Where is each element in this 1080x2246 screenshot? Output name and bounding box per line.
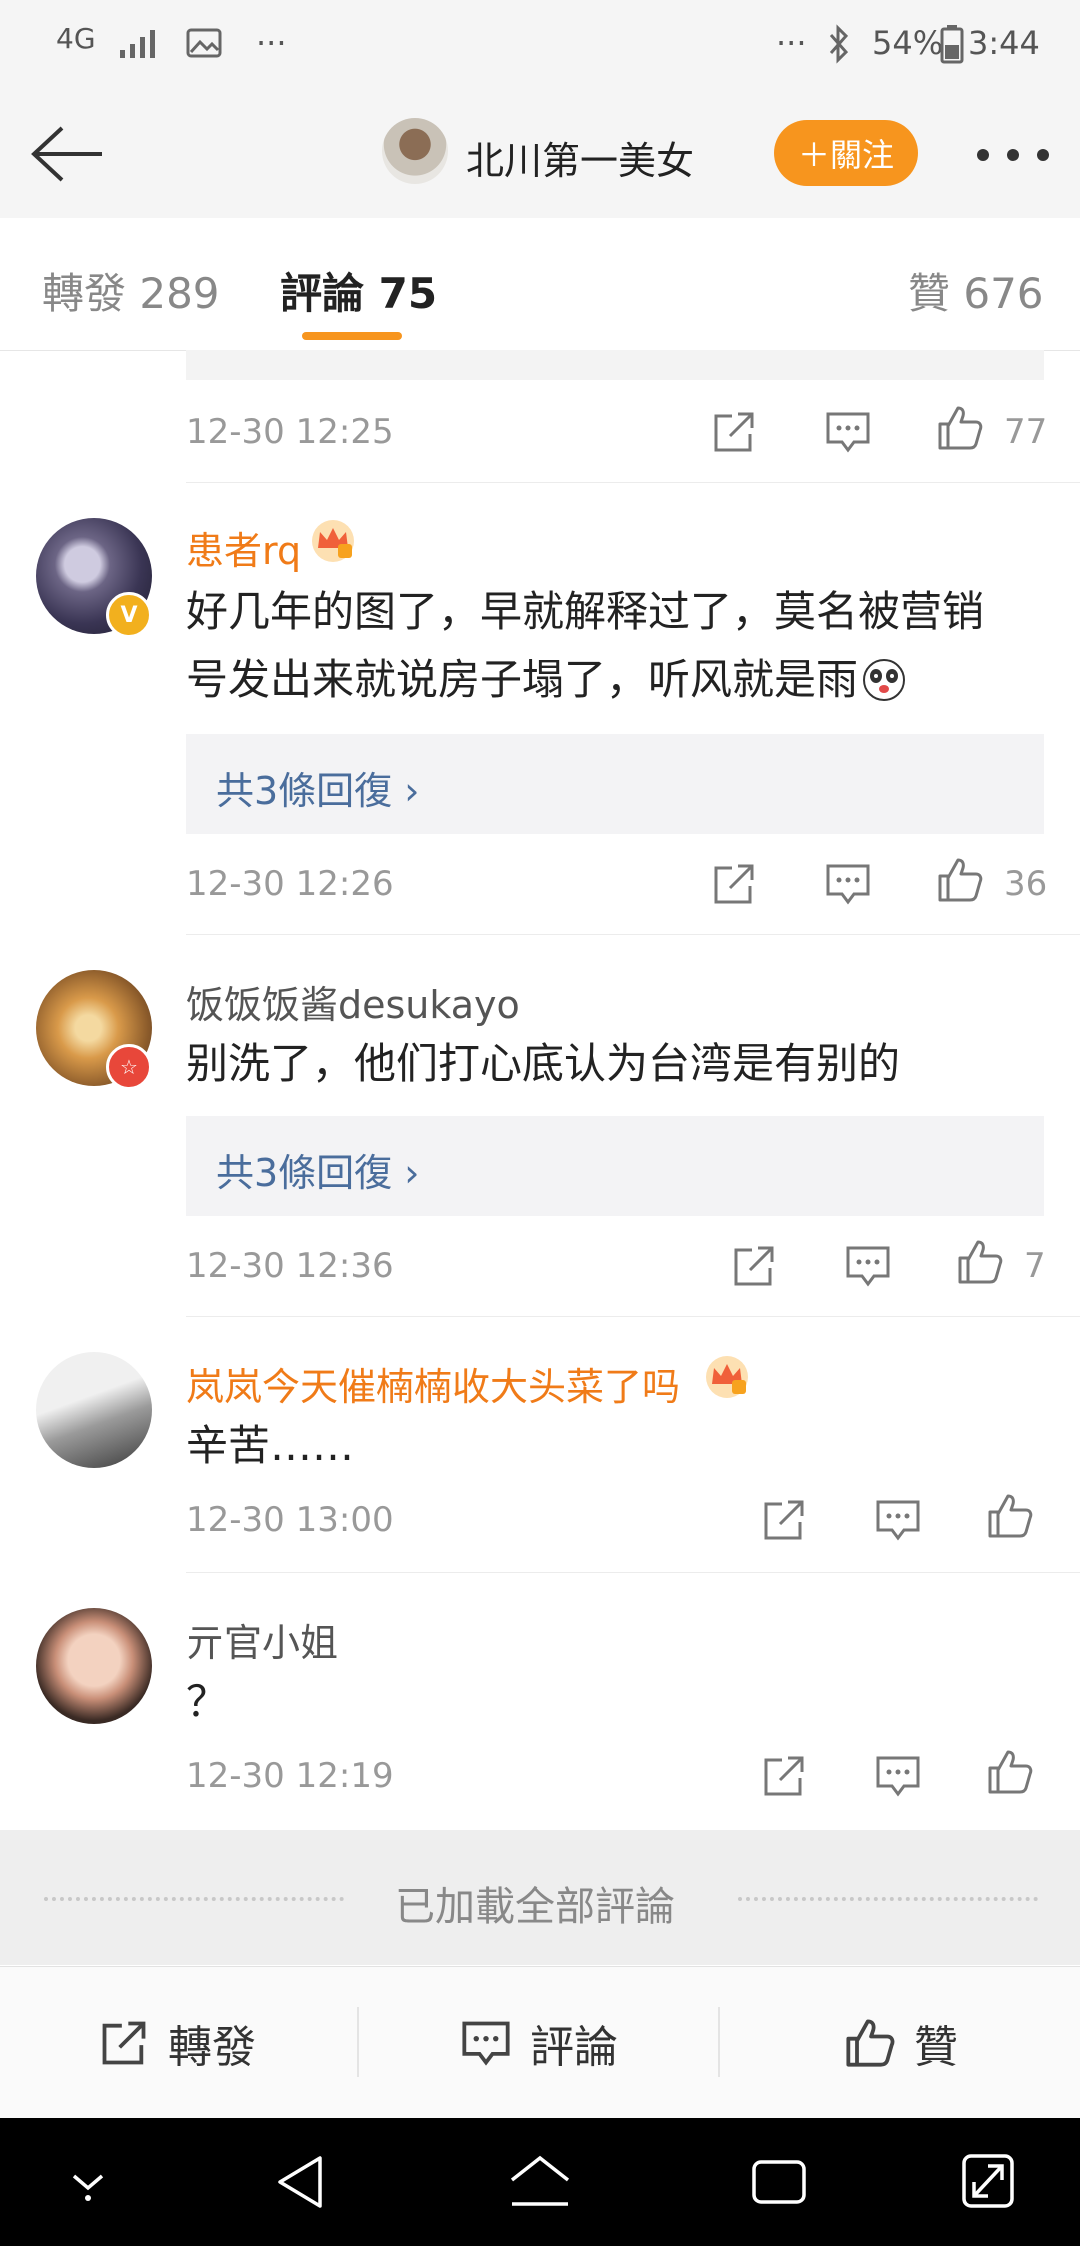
divider (186, 482, 1080, 483)
divider (186, 1572, 1080, 1573)
comment-time: 12-30 12:26 (186, 864, 394, 904)
comment-content-line: 号发出来就说房子塌了，听风就是雨 (186, 646, 1056, 714)
back-arrow-icon[interactable] (28, 124, 106, 184)
like-icon[interactable] (936, 404, 984, 452)
loaded-all-footer: 已加載全部評論 (0, 1830, 1080, 1965)
dotted-line (738, 1897, 1038, 1901)
like-action[interactable]: 贊 (844, 2011, 958, 2075)
comment-icon[interactable] (824, 860, 872, 908)
panda-emoji-icon (863, 659, 906, 701)
like-count: 77 (1004, 412, 1048, 452)
status-bar: 4G ··· ··· 54% 3:44 (0, 0, 1080, 88)
like-icon[interactable] (936, 856, 984, 904)
comment-time: 12-30 13:00 (186, 1500, 394, 1540)
bluetooth-icon (829, 24, 849, 64)
share-icon (102, 2021, 146, 2065)
comment-label: 評論 (530, 2022, 618, 2073)
tab-likes[interactable]: 贊 676 (908, 260, 1044, 321)
author-name[interactable]: 北川第一美女 (466, 130, 694, 185)
status-more-right: ··· (776, 24, 807, 62)
separator (718, 2007, 720, 2077)
system-nav-bar (0, 2118, 1080, 2246)
dotted-line (44, 1897, 344, 1901)
clock: 3:44 (968, 24, 1040, 62)
commenter-name[interactable]: 患者rq (186, 520, 301, 575)
comment-icon[interactable] (874, 1752, 922, 1800)
verified-badge-icon: V (106, 592, 152, 638)
repost-action[interactable]: 轉發 (98, 2011, 256, 2075)
battery-icon (940, 25, 964, 64)
comment-content-line: 好几年的图了，早就解释过了，莫名被营销 (186, 587, 985, 636)
network-label: 4G (56, 22, 96, 55)
replies-box[interactable]: 共3條回復 › (186, 734, 1044, 834)
follow-button[interactable]: ＋關注 (774, 120, 918, 186)
separator (357, 2007, 359, 2077)
bottom-action-bar: 轉發 評論 贊 (0, 1966, 1080, 2119)
commenter-avatar[interactable] (36, 1608, 152, 1724)
comment-icon[interactable] (874, 1496, 922, 1544)
tab-comments[interactable]: 評論 75 (280, 260, 437, 321)
status-more-left: ··· (256, 24, 287, 62)
replies-box[interactable]: 共3條回復 › (186, 1116, 1044, 1216)
nav-recents-icon[interactable] (750, 2158, 808, 2206)
view-replies-link[interactable]: 共3條回復 › (216, 1142, 419, 1197)
rotate-screen-icon[interactable] (960, 2152, 1016, 2210)
image-icon (186, 28, 222, 58)
more-icon[interactable] (976, 148, 1050, 162)
comment-content: ？ (186, 1677, 229, 1726)
commenter-name[interactable]: 岚岚今天催楠楠收大头菜了吗 (186, 1356, 680, 1411)
share-icon[interactable] (710, 408, 758, 456)
comment-content: 别洗了，他们打心底认为台湾是有别的 (186, 1039, 901, 1088)
hide-keyboard-icon[interactable] (66, 2166, 110, 2202)
tab-repost[interactable]: 轉發 289 (42, 260, 220, 321)
commenter-avatar[interactable] (36, 1352, 152, 1468)
comment-time: 12-30 12:19 (186, 1756, 394, 1796)
comment-content: 辛苦…… (186, 1421, 355, 1470)
vip-crown-icon (706, 1356, 748, 1398)
comment-icon[interactable] (844, 1242, 892, 1290)
active-tab-indicator (302, 332, 402, 340)
signal-icon (120, 30, 155, 58)
like-icon[interactable] (986, 1492, 1034, 1540)
comment-action[interactable]: 評論 (460, 2011, 618, 2075)
like-count: 36 (1004, 864, 1048, 904)
comment-icon[interactable] (824, 408, 872, 456)
like-label: 贊 (914, 2022, 958, 2073)
top-header: 北川第一美女 ＋關注 (0, 88, 1080, 219)
share-icon[interactable] (730, 1242, 778, 1290)
like-icon[interactable] (986, 1748, 1034, 1796)
commenter-name[interactable]: 饭饭饭酱desukayo (186, 974, 520, 1029)
author-avatar[interactable] (382, 118, 448, 184)
like-count: 7 (1024, 1246, 1046, 1286)
vip-crown-icon (312, 520, 354, 562)
share-icon[interactable] (710, 860, 758, 908)
repost-label: 轉發 (168, 2022, 256, 2073)
quoted-content-fragment (186, 350, 1044, 380)
commenter-name[interactable]: 亓官小姐 (186, 1612, 338, 1667)
comment-content-text: 号发出来就说房子塌了，听风就是雨 (186, 655, 859, 704)
nav-home-icon[interactable] (508, 2154, 572, 2210)
share-icon[interactable] (760, 1752, 808, 1800)
comment-content: 好几年的图了，早就解释过了，莫名被营销 号发出来就说房子塌了，听风就是雨 (186, 578, 1056, 714)
divider (186, 1316, 1080, 1317)
divider (186, 934, 1080, 935)
comment-icon (462, 2021, 510, 2066)
like-icon (846, 2019, 895, 2067)
star-badge-icon: ☆ (106, 1044, 152, 1090)
tab-bar: 轉發 289 評論 75 贊 676 (0, 218, 1080, 351)
comment-time: 12-30 12:25 (186, 412, 394, 452)
battery-percent: 54% (872, 24, 944, 62)
like-icon[interactable] (956, 1238, 1004, 1286)
nav-back-icon[interactable] (274, 2154, 326, 2210)
comment-time: 12-30 12:36 (186, 1246, 394, 1286)
view-replies-link[interactable]: 共3條回復 › (216, 760, 419, 815)
share-icon[interactable] (760, 1496, 808, 1544)
loaded-all-text: 已加載全部評論 (395, 1884, 675, 1930)
